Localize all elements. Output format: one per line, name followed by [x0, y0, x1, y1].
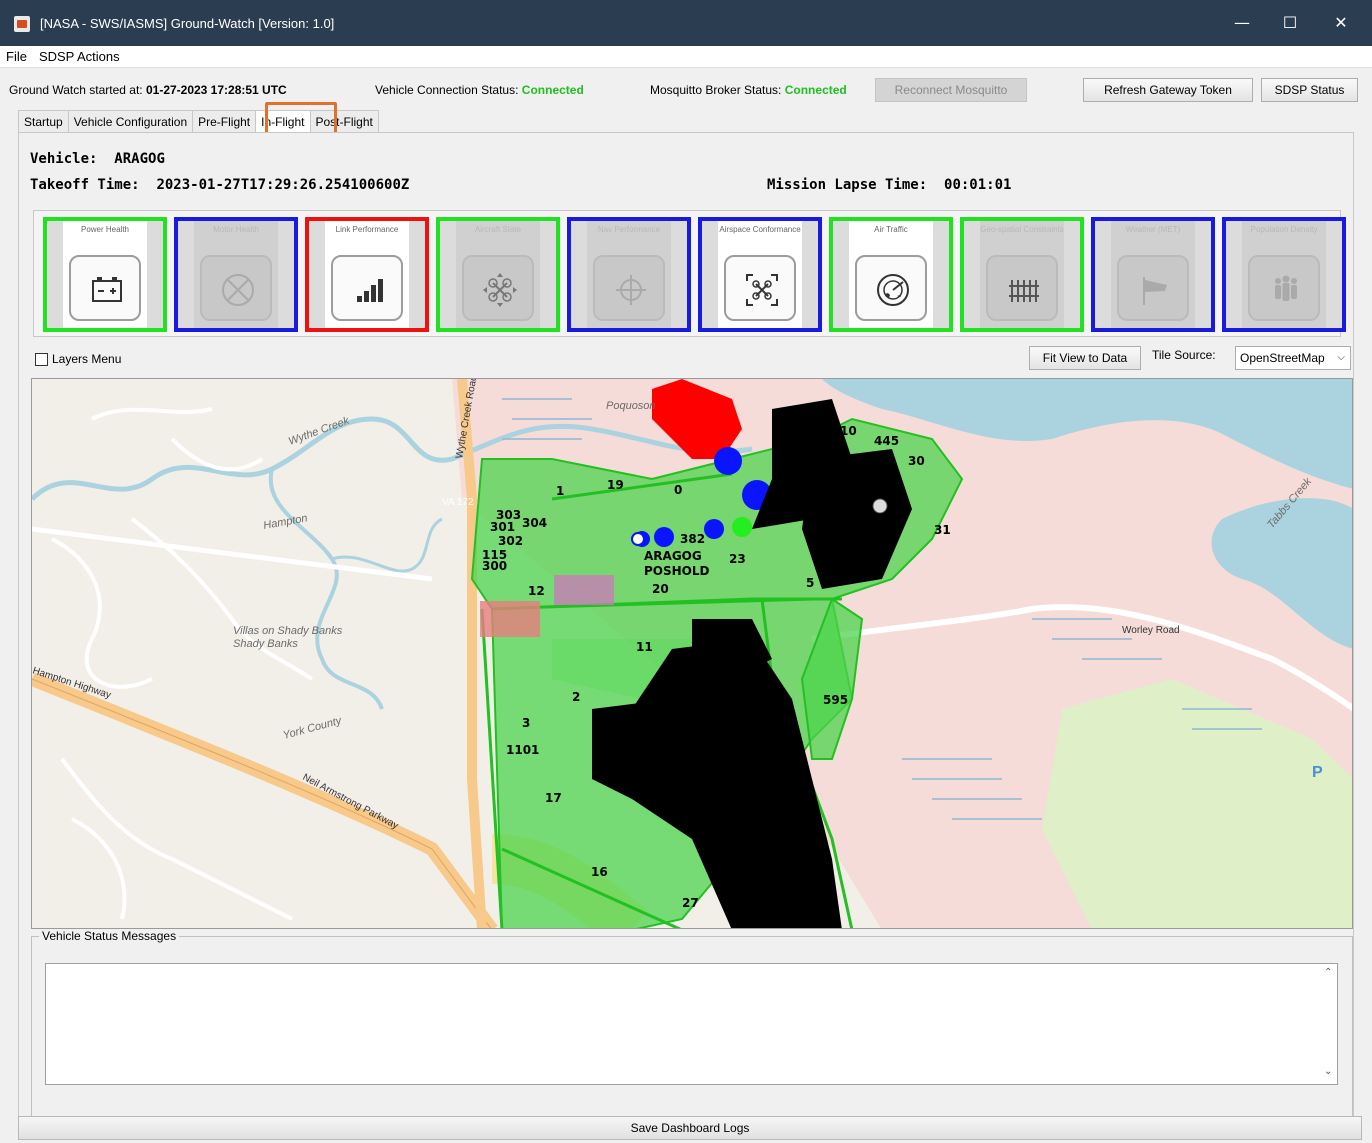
window-title: [NASA - SWS/IASMS] Ground-Watch [Version…: [40, 16, 335, 31]
flight-map[interactable]: Poquoson Wythe Creek Hampton Villas on S…: [31, 378, 1353, 929]
svg-text:30: 30: [908, 454, 925, 468]
svg-text:16: 16: [591, 865, 608, 879]
svg-text:0: 0: [674, 483, 682, 497]
svg-text:23: 23: [729, 552, 746, 566]
map-canvas: Poquoson Wythe Creek Hampton Villas on S…: [32, 379, 1352, 928]
mission-lapse-line: Mission Lapse Time: 00:01:01: [767, 177, 1012, 193]
vertical-scrollbar[interactable]: ⌃ ⌄: [1320, 964, 1337, 1084]
map-label-poquoson: Poquoson: [606, 400, 656, 412]
save-dashboard-logs-button[interactable]: Save Dashboard Logs: [18, 1116, 1362, 1140]
broker-status: Mosquitto Broker Status: Connected: [650, 83, 847, 97]
vehicle-line: Vehicle: ARAGOG: [30, 151, 165, 167]
vehicle-status-messages-title: Vehicle Status Messages: [39, 929, 180, 943]
tab-pre-flight[interactable]: Pre-Flight: [192, 110, 257, 132]
svg-text:445: 445: [874, 434, 899, 448]
windsock-icon: [1143, 277, 1167, 305]
reconnect-mosquitto-button[interactable]: Reconnect Mosquitto: [875, 78, 1027, 102]
scroll-down-icon[interactable]: ⌄: [1324, 1066, 1332, 1077]
radar-icon: [877, 274, 909, 306]
svg-text:595: 595: [823, 693, 848, 707]
tile-geo-spatial-constraints[interactable]: Geo-spatial Constraints: [960, 217, 1084, 332]
main-content: Ground Watch started at: 01-27-2023 17:2…: [9, 68, 1363, 1143]
tile-air-traffic[interactable]: Air Traffic: [829, 217, 953, 332]
chevron-down-icon: ⌵: [1337, 352, 1345, 363]
fence-icon: [1009, 280, 1039, 302]
crosshair-icon: [616, 275, 646, 305]
tile-source-select[interactable]: OpenStreetMap ⌵: [1235, 346, 1351, 370]
title-bar: [NASA - SWS/IASMS] Ground-Watch [Version…: [0, 0, 1372, 46]
active-tab-highlight: [265, 102, 337, 136]
scroll-up-icon[interactable]: ⌃: [1324, 967, 1332, 978]
svg-text:12: 12: [528, 584, 545, 598]
svg-text:Shady Banks: Shady Banks: [233, 638, 298, 650]
svg-text:20: 20: [652, 582, 669, 596]
svg-text:VA 172: VA 172: [442, 497, 474, 508]
vehicle-connection-status: Vehicle Connection Status: Connected: [375, 83, 584, 97]
refresh-gateway-token-button[interactable]: Refresh Gateway Token: [1083, 78, 1253, 102]
menu-sdsp-actions[interactable]: SDSP Actions: [33, 46, 126, 67]
layers-menu-toggle[interactable]: Layers Menu: [35, 352, 121, 366]
layers-menu-label: Layers Menu: [52, 352, 122, 366]
tile-nav-performance[interactable]: Nav Performance: [567, 217, 691, 332]
svg-text:5: 5: [806, 576, 814, 590]
svg-text:Villas on Shady Banks: Villas on Shady Banks: [233, 625, 343, 637]
close-button[interactable]: ✕: [1318, 8, 1364, 38]
fit-view-to-data-button[interactable]: Fit View to Data: [1029, 346, 1141, 370]
tile-population-density[interactable]: Population Density: [1222, 217, 1346, 332]
svg-text:27: 27: [682, 896, 699, 910]
tile-weather[interactable]: Weather (MET): [1091, 217, 1215, 332]
start-time-status: Ground Watch started at: 01-27-2023 17:2…: [9, 83, 287, 97]
tab-startup[interactable]: Startup: [18, 110, 69, 132]
tile-motor-health[interactable]: Motor Health: [174, 217, 298, 332]
svg-text:31: 31: [934, 523, 951, 537]
vehicle-status-messages-group: Vehicle Status Messages ⌃ ⌄: [31, 929, 1353, 1121]
flight-mode-label: POSHOLD: [644, 564, 710, 578]
svg-text:3: 3: [522, 716, 530, 730]
java-app-icon: [14, 16, 30, 32]
maximize-button[interactable]: ☐: [1267, 8, 1313, 38]
battery-icon: [92, 277, 122, 302]
tile-power-health[interactable]: Power Health: [43, 217, 167, 332]
svg-text:11: 11: [636, 640, 653, 654]
svg-text:382: 382: [680, 532, 705, 546]
vehicle-map-label: ARAGOG: [644, 549, 702, 563]
svg-text:301: 301: [490, 520, 515, 534]
svg-text:304: 304: [522, 516, 547, 530]
svg-text:17: 17: [545, 791, 562, 805]
svg-text:19: 19: [607, 478, 624, 492]
signal-bars-icon: [357, 279, 383, 302]
takeoff-time-line: Takeoff Time: 2023-01-27T17:29:26.254100…: [30, 177, 410, 193]
tile-airspace-conformance[interactable]: Airspace Conformance: [698, 217, 822, 332]
drone-icon: [483, 273, 517, 307]
svg-text:P: P: [1312, 764, 1323, 781]
menu-bar: File SDSP Actions: [0, 46, 1372, 68]
menu-file[interactable]: File: [0, 46, 33, 67]
drone-box-icon: [746, 274, 778, 306]
motor-icon: [222, 274, 254, 306]
svg-text:1101: 1101: [506, 743, 539, 757]
tab-vehicle-configuration[interactable]: Vehicle Configuration: [67, 110, 194, 132]
layers-menu-checkbox[interactable]: [35, 352, 48, 366]
sdsp-status-button[interactable]: SDSP Status: [1261, 78, 1358, 102]
tile-link-performance[interactable]: Link Performance: [305, 217, 429, 332]
minimize-button[interactable]: —: [1219, 8, 1265, 38]
tile-source-label: Tile Source:: [1152, 348, 1216, 362]
svg-text:300: 300: [482, 559, 507, 573]
svg-text:302: 302: [498, 534, 523, 548]
svg-text:Worley Road: Worley Road: [1122, 625, 1180, 636]
people-icon: [1275, 275, 1297, 301]
vehicle-status-messages-area[interactable]: ⌃ ⌄: [45, 963, 1338, 1085]
health-tiles-panel: Power Health Motor Health Link Performan…: [33, 210, 1346, 337]
svg-text:2: 2: [572, 690, 580, 704]
svg-text:10: 10: [840, 424, 857, 438]
tile-aircraft-state[interactable]: Aircraft State: [436, 217, 560, 332]
svg-text:1: 1: [556, 484, 564, 498]
